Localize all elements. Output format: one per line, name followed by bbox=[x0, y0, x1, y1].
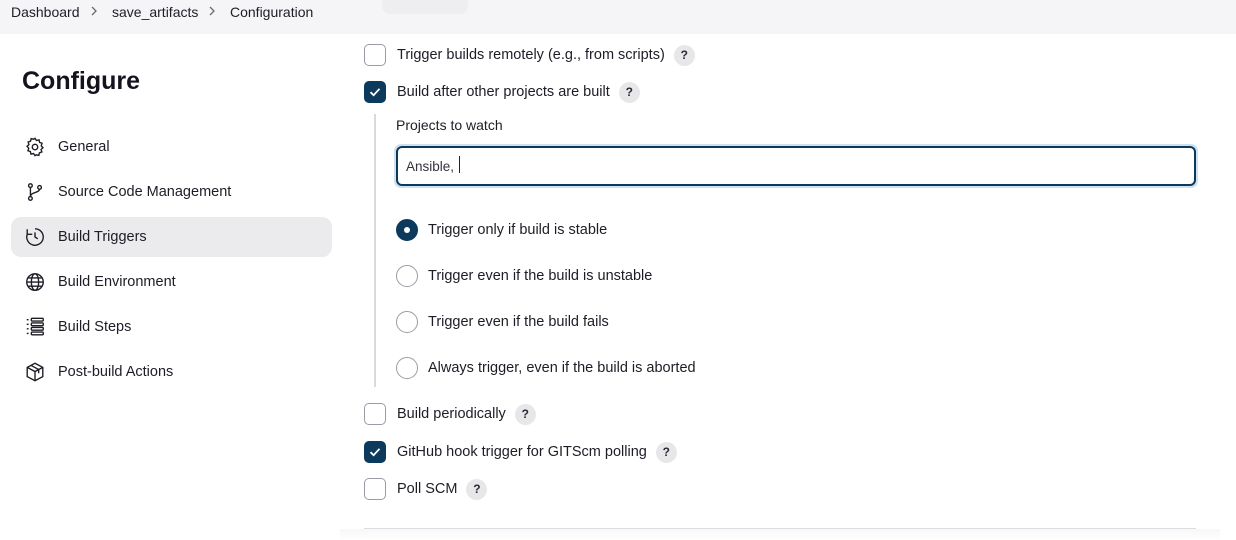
sidebar-item-build-steps[interactable]: Build Steps bbox=[11, 307, 332, 347]
github-hook-option[interactable]: GitHub hook trigger for GITScm polling ? bbox=[364, 440, 677, 464]
sidebar-item-source-code-management[interactable]: Source Code Management bbox=[11, 172, 332, 212]
clock-icon bbox=[24, 226, 46, 248]
sidebar-item-label: Post-build Actions bbox=[58, 364, 174, 380]
sidebar-item-general[interactable]: General bbox=[11, 127, 332, 167]
git-branch-icon bbox=[24, 181, 46, 203]
breadcrumb-job[interactable]: save_artifacts bbox=[112, 4, 198, 20]
trigger-remotely-label: Trigger builds remotely (e.g., from scri… bbox=[397, 47, 665, 63]
poll-scm-option[interactable]: Poll SCM ? bbox=[364, 477, 488, 501]
text-caret bbox=[459, 156, 460, 173]
nested-section-border bbox=[374, 114, 376, 387]
build-after-other-option[interactable]: Build after other projects are built ? bbox=[364, 80, 640, 104]
radio-label: Trigger even if the build is unstable bbox=[428, 268, 653, 284]
package-icon bbox=[24, 361, 46, 383]
breadcrumb-dashboard[interactable]: Dashboard bbox=[11, 4, 80, 20]
help-icon[interactable]: ? bbox=[673, 44, 695, 66]
page-title: Configure bbox=[22, 67, 141, 95]
sidebar-item-build-environment[interactable]: Build Environment bbox=[11, 262, 332, 302]
sidebar-item-post-build-actions[interactable]: Post-build Actions bbox=[11, 352, 332, 392]
sidebar-item-label: Build Steps bbox=[58, 319, 132, 335]
sidebar-item-label: Source Code Management bbox=[58, 184, 232, 200]
poll-scm-checkbox[interactable] bbox=[364, 478, 386, 500]
radio-label: Trigger only if build is stable bbox=[428, 222, 608, 238]
checkmark-icon bbox=[369, 448, 381, 457]
help-icon[interactable]: ? bbox=[618, 81, 640, 103]
github-hook-label: GitHub hook trigger for GITScm polling bbox=[397, 444, 647, 460]
sidebar-item-label: Build Triggers bbox=[58, 229, 147, 245]
trigger-remotely-option[interactable]: Trigger builds remotely (e.g., from scri… bbox=[364, 43, 695, 67]
radio-button[interactable] bbox=[396, 265, 418, 287]
projects-to-watch-input[interactable] bbox=[396, 146, 1196, 186]
trigger-remotely-checkbox[interactable] bbox=[364, 44, 386, 66]
radio-button[interactable] bbox=[396, 311, 418, 333]
build-after-other-label: Build after other projects are built bbox=[397, 84, 610, 100]
gear-icon bbox=[24, 136, 46, 158]
globe-icon bbox=[24, 271, 46, 293]
radio-trigger-fails[interactable]: Trigger even if the build fails bbox=[396, 310, 609, 334]
sidebar-item-build-triggers[interactable]: Build Triggers bbox=[11, 217, 332, 257]
build-periodically-checkbox[interactable] bbox=[364, 403, 386, 425]
build-periodically-label: Build periodically bbox=[397, 406, 506, 422]
scroll-shadow bbox=[382, 0, 468, 14]
breadcrumb-configuration[interactable]: Configuration bbox=[230, 4, 313, 20]
radio-trigger-stable[interactable]: Trigger only if build is stable bbox=[396, 218, 607, 242]
checkmark-icon bbox=[369, 88, 381, 97]
chevron-right-icon bbox=[88, 3, 100, 19]
chevron-right-icon bbox=[206, 3, 218, 19]
radio-trigger-always[interactable]: Always trigger, even if the build is abo… bbox=[396, 356, 696, 380]
projects-to-watch-field-focus-ring bbox=[394, 144, 1198, 188]
poll-scm-label: Poll SCM bbox=[397, 481, 458, 497]
github-hook-checkbox[interactable] bbox=[364, 441, 386, 463]
breadcrumb: Dashboard save_artifacts Configuration bbox=[0, 0, 1236, 34]
help-icon[interactable]: ? bbox=[466, 478, 488, 500]
sidebar-item-label: Build Environment bbox=[58, 274, 176, 290]
list-icon bbox=[24, 316, 46, 338]
radio-label: Always trigger, even if the build is abo… bbox=[428, 360, 696, 376]
radio-button[interactable] bbox=[396, 357, 418, 379]
next-section-edge bbox=[340, 529, 1220, 540]
help-icon[interactable]: ? bbox=[514, 403, 536, 425]
radio-trigger-unstable[interactable]: Trigger even if the build is unstable bbox=[396, 264, 652, 288]
build-periodically-option[interactable]: Build periodically ? bbox=[364, 402, 536, 426]
radio-label: Trigger even if the build fails bbox=[428, 314, 609, 330]
projects-to-watch-label: Projects to watch bbox=[396, 117, 503, 133]
radio-button-selected[interactable] bbox=[396, 219, 418, 241]
build-after-other-checkbox[interactable] bbox=[364, 81, 386, 103]
help-icon[interactable]: ? bbox=[655, 441, 677, 463]
sidebar-item-label: General bbox=[58, 139, 110, 155]
